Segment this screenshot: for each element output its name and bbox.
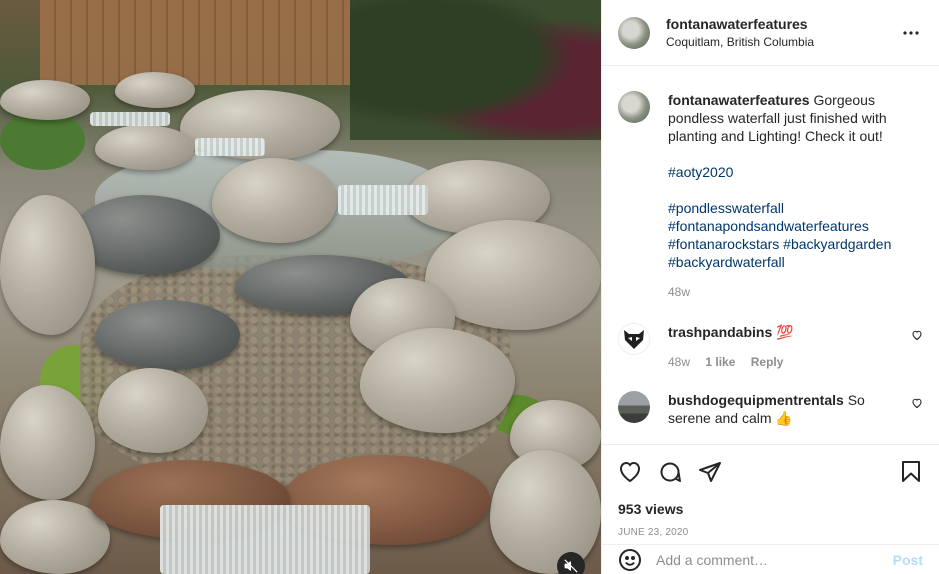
small-waterfall bbox=[338, 185, 428, 215]
author-info: fontanawaterfeatures Coquitlam, British … bbox=[666, 16, 899, 49]
post-details-panel: fontanawaterfeatures Coquitlam, British … bbox=[601, 0, 939, 574]
comment-item: bushdogequipmentrentals So serene and ca… bbox=[618, 391, 923, 427]
rock bbox=[0, 195, 95, 335]
rock bbox=[95, 300, 240, 370]
rock bbox=[0, 80, 90, 120]
rock bbox=[95, 125, 195, 170]
caption-author-avatar[interactable] bbox=[618, 91, 650, 123]
heart-icon[interactable] bbox=[911, 329, 923, 341]
caption-text: Gorgeous bbox=[813, 92, 875, 108]
rock bbox=[360, 328, 515, 433]
share-button[interactable] bbox=[698, 460, 722, 484]
waterfall-spillway bbox=[160, 505, 370, 574]
rock bbox=[98, 368, 208, 453]
comment-body: trashpandabins 💯 48w 1 like Reply bbox=[668, 323, 911, 371]
comments-section[interactable]: fontanawaterfeatures Gorgeous pondless w… bbox=[602, 67, 939, 444]
comment-icon bbox=[660, 462, 681, 482]
like-button[interactable] bbox=[618, 460, 642, 484]
comment-body: bushdogequipmentrentals So serene and ca… bbox=[668, 391, 911, 427]
caption-timestamp[interactable]: 48w bbox=[668, 285, 690, 299]
commenter-avatar[interactable] bbox=[618, 391, 650, 423]
post-header: fontanawaterfeatures Coquitlam, British … bbox=[602, 0, 939, 66]
commenter-username[interactable]: trashpandabins bbox=[668, 324, 772, 340]
thumbs-up-emoji: 👍 bbox=[775, 410, 793, 426]
background-trees bbox=[350, 0, 601, 140]
rock bbox=[212, 158, 337, 243]
muted-speaker-icon bbox=[564, 559, 578, 573]
rock bbox=[0, 385, 95, 500]
comment-composer: Add a comment… Post bbox=[602, 544, 939, 574]
save-button[interactable] bbox=[899, 460, 923, 484]
hashtag-link[interactable]: #backyardwaterfall bbox=[668, 253, 923, 271]
caption-meta: 48w bbox=[668, 283, 923, 301]
caption-username[interactable]: fontanawaterfeatures bbox=[668, 92, 810, 108]
comment-timestamp[interactable]: 48w bbox=[668, 355, 690, 369]
caption-text: pondless waterfall just finished with bbox=[668, 110, 887, 126]
reply-button[interactable]: Reply bbox=[751, 355, 784, 369]
post-media-video[interactable] bbox=[0, 0, 601, 574]
author-username[interactable]: fontanawaterfeatures bbox=[666, 16, 899, 32]
rock bbox=[115, 72, 195, 108]
more-options-button[interactable] bbox=[899, 21, 923, 45]
heart-icon bbox=[619, 461, 641, 483]
comment-item: trashpandabins 💯 48w 1 like Reply bbox=[618, 323, 923, 371]
comment-text: So bbox=[847, 392, 865, 408]
caption-body: fontanawaterfeatures Gorgeous pondless w… bbox=[668, 91, 923, 301]
raccoon-logo-icon bbox=[624, 330, 644, 349]
heart-icon[interactable] bbox=[911, 397, 923, 409]
hashtag-link[interactable]: #pondlesswaterfall bbox=[668, 199, 923, 217]
hashtag-link[interactable]: #fontanapondsandwaterfeatures bbox=[668, 217, 923, 235]
post-location[interactable]: Coquitlam, British Columbia bbox=[666, 35, 899, 49]
comment-meta: 48w 1 like Reply bbox=[668, 353, 911, 371]
commenter-username[interactable]: bushdogequipmentrentals bbox=[668, 392, 844, 408]
action-icons bbox=[618, 457, 923, 487]
background-fence bbox=[40, 0, 370, 85]
hashtag-link[interactable]: #fontanarockstars #backyardgarden bbox=[668, 235, 923, 253]
post-comment-button[interactable]: Post bbox=[893, 552, 923, 568]
add-comment-input[interactable]: Add a comment… bbox=[656, 552, 893, 568]
share-icon bbox=[699, 462, 721, 482]
mute-button[interactable] bbox=[557, 552, 585, 574]
small-waterfall bbox=[90, 112, 170, 126]
comment-likes[interactable]: 1 like bbox=[705, 355, 735, 369]
hashtag-link[interactable]: #aoty2020 bbox=[668, 163, 923, 181]
hundred-points-emoji: 💯 bbox=[776, 324, 794, 340]
commenter-avatar[interactable] bbox=[618, 323, 650, 355]
author-avatar[interactable] bbox=[618, 16, 650, 49]
post-actions: 953 views June 23, 2020 bbox=[602, 444, 939, 538]
rock bbox=[490, 450, 601, 574]
caption-text: planting and Lighting! Check it out! bbox=[668, 128, 883, 144]
view-count[interactable]: 953 views bbox=[618, 501, 923, 517]
post-date[interactable]: June 23, 2020 bbox=[618, 527, 923, 538]
smiley-icon[interactable] bbox=[618, 548, 642, 572]
comment-button[interactable] bbox=[658, 460, 682, 484]
more-horizontal-icon bbox=[903, 30, 919, 35]
small-waterfall bbox=[195, 138, 265, 156]
comment-text: serene and calm bbox=[668, 410, 772, 426]
caption: fontanawaterfeatures Gorgeous pondless w… bbox=[618, 91, 923, 301]
bookmark-icon bbox=[902, 461, 920, 482]
